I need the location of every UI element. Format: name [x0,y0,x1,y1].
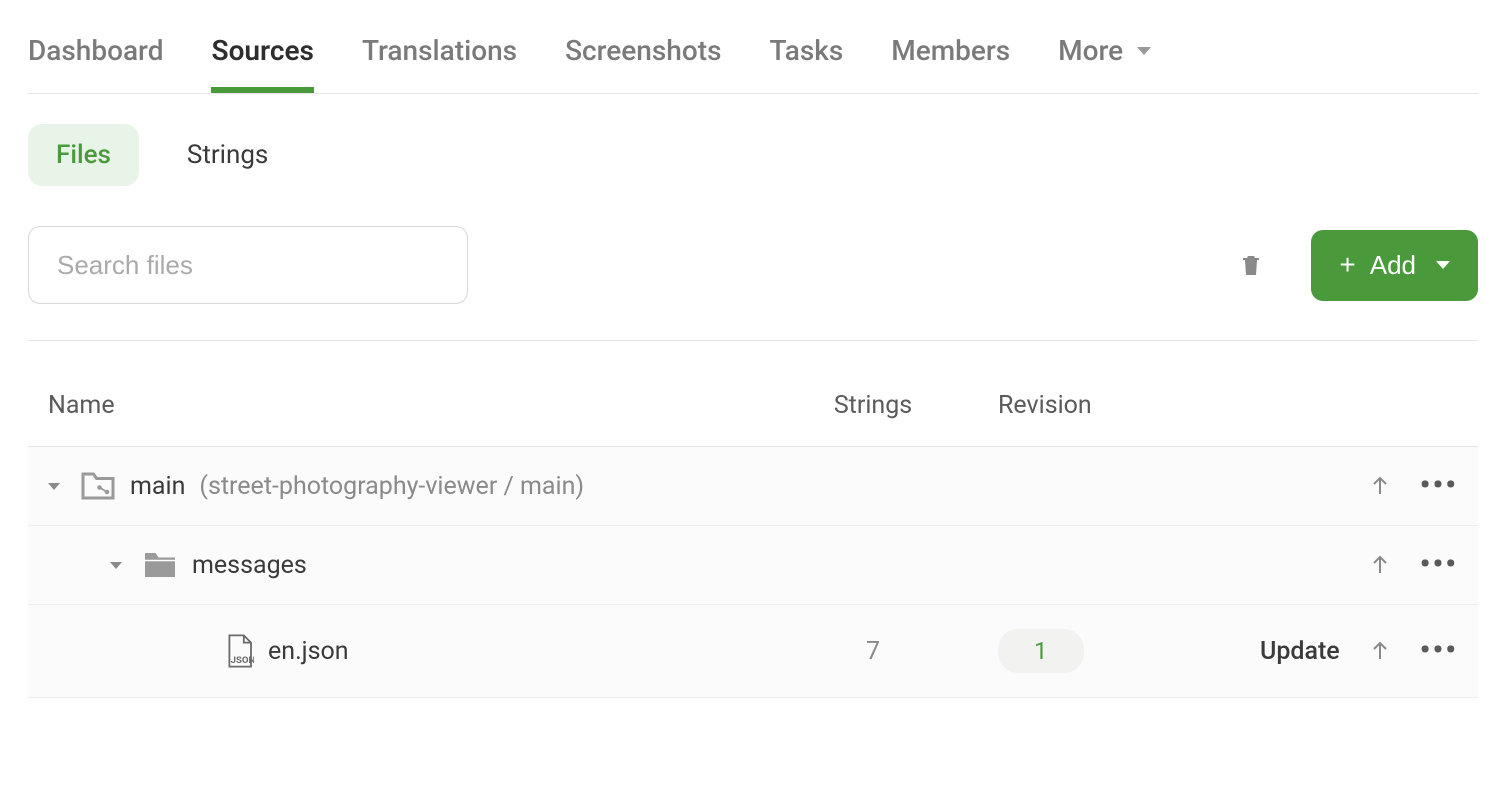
upload-icon[interactable] [1370,553,1390,577]
cell-actions: ••• [1178,550,1458,580]
tab-screenshots[interactable]: Screenshots [565,20,721,93]
cell-actions: ••• [1178,471,1458,501]
plus-icon: + [1339,251,1355,279]
chevron-down-icon [1436,261,1450,269]
tab-sources[interactable]: Sources [211,20,313,93]
subtab-strings[interactable]: Strings [159,124,296,186]
more-menu-icon[interactable]: ••• [1420,550,1458,580]
toolbar: + Add [28,226,1478,341]
chevron-down-icon [1137,47,1151,55]
table-row[interactable]: messages ••• [28,526,1478,605]
table-header: Name Strings Revision [28,341,1478,447]
table-row[interactable]: JSON en.json 7 1 Update ••• [28,605,1478,698]
trash-icon[interactable] [1239,250,1263,280]
nav-tabs: Dashboard Sources Translations Screensho… [28,20,1478,94]
expand-arrow-icon[interactable] [48,483,60,490]
tab-members[interactable]: Members [891,20,1010,93]
row-label: main [130,472,185,501]
cell-actions: Update ••• [1178,636,1458,666]
tab-more-label: More [1058,34,1123,67]
row-label: en.json [268,637,349,666]
tab-dashboard[interactable]: Dashboard [28,20,163,93]
table-row[interactable]: main (street-photography-viewer / main) … [28,447,1478,526]
json-file-icon: JSON [224,633,254,669]
col-header-strings: Strings [788,391,958,420]
update-link[interactable]: Update [1260,637,1340,666]
expand-arrow-icon[interactable] [110,562,122,569]
svg-text:JSON: JSON [231,655,254,666]
col-header-name: Name [48,391,788,420]
row-name-cell: messages [48,550,788,580]
tab-tasks[interactable]: Tasks [769,20,843,93]
tab-more[interactable]: More [1058,20,1151,93]
upload-icon[interactable] [1370,474,1390,498]
strings-value: 7 [866,637,880,666]
revision-badge[interactable]: 1 [998,629,1084,673]
row-name-cell: JSON en.json [48,633,788,669]
row-sublabel: (street-photography-viewer / main) [199,472,584,501]
row-label: messages [192,551,307,580]
branch-folder-icon [80,471,116,501]
toolbar-right: + Add [1239,230,1478,301]
upload-icon[interactable] [1370,639,1390,663]
more-menu-icon[interactable]: ••• [1420,471,1458,501]
tab-translations[interactable]: Translations [362,20,517,93]
col-header-revision: Revision [958,391,1178,420]
subtab-files[interactable]: Files [28,124,139,186]
sub-tabs: Files Strings [28,124,1478,186]
cell-strings: 7 [788,637,958,666]
folder-icon [142,550,178,580]
add-button-label: Add [1370,250,1416,281]
search-input[interactable] [28,226,468,304]
cell-revision: 1 [958,629,1178,673]
col-header-actions [1178,391,1458,420]
more-menu-icon[interactable]: ••• [1420,636,1458,666]
add-button[interactable]: + Add [1311,230,1478,301]
row-name-cell: main (street-photography-viewer / main) [48,471,788,501]
